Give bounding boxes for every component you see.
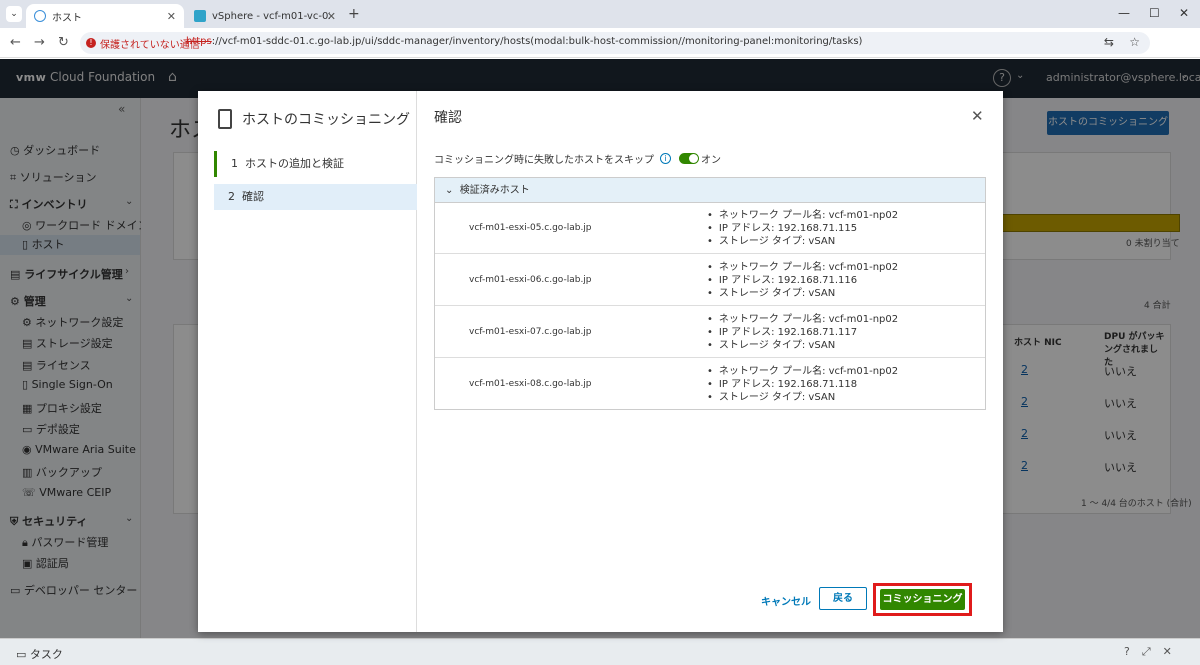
validated-hosts-header[interactable]: ⌄ 検証済みホスト	[435, 178, 985, 203]
host-details: ネットワーク プール名: vcf-m01-np02 IP アドレス: 192.1…	[707, 261, 898, 300]
chevron-down-icon: ⌄	[445, 185, 454, 196]
warning-icon: !	[86, 38, 96, 48]
tasks-icon: ▭	[16, 648, 27, 661]
back-arrow-icon[interactable]: ←	[10, 35, 21, 50]
window-close-icon[interactable]: ✕	[1179, 6, 1189, 20]
host-row: vcf-m01-esxi-06.c.go-lab.jp ネットワーク プール名:…	[435, 255, 985, 306]
wizard-content: 確認 ✕ コミッショニング時に失敗したホストをスキップ i オン ⌄ 検証済みホ…	[418, 91, 1003, 632]
wizard-title: ホストのコミッショニング	[242, 112, 410, 128]
bookmark-star-icon[interactable]: ☆	[1129, 35, 1140, 49]
network-pool: ネットワーク プール名: vcf-m01-np02	[707, 261, 898, 274]
expand-icon[interactable]: ⤢	[1142, 645, 1163, 658]
storage-type: ストレージ タイプ: vSAN	[707, 235, 898, 248]
network-pool: ネットワーク プール名: vcf-m01-np02	[707, 209, 898, 222]
help-icon[interactable]: ?	[1124, 645, 1142, 658]
skip-label: コミッショニング時に失敗したホストをスキップ	[434, 155, 654, 166]
step-number: 1	[231, 157, 238, 170]
browser-tab-bar: ⌄ ホスト ✕ vSphere - vcf-m01-vc-01.c.go-l..…	[0, 0, 1200, 28]
url-field[interactable]: ! 保護されていない通信 https://vcf-m01-sddc-01.c.g…	[80, 32, 1150, 54]
step-number: 2	[228, 190, 235, 203]
forward-arrow-icon[interactable]: →	[34, 35, 45, 50]
host-details: ネットワーク プール名: vcf-m01-np02 IP アドレス: 192.1…	[707, 209, 898, 248]
omnibox-actions: ⇆ ☆	[1104, 35, 1140, 49]
tasks-label: タスク	[29, 648, 63, 661]
tab-title: ホスト	[52, 12, 82, 24]
toggle-state-label: オン	[701, 155, 721, 166]
ip-address: IP アドレス: 192.168.71.116	[707, 274, 898, 287]
back-button[interactable]: 戻る	[819, 587, 867, 610]
ip-address: IP アドレス: 192.168.71.117	[707, 326, 898, 339]
browser-tab-hosts[interactable]: ホスト ✕	[26, 4, 184, 28]
skip-failed-hosts-row: コミッショニング時に失敗したホストをスキップ i オン	[434, 151, 721, 166]
close-icon[interactable]: ✕	[1163, 645, 1184, 658]
close-icon[interactable]: ✕	[971, 107, 984, 125]
commission-button[interactable]: コミッショニング	[880, 589, 965, 610]
tab-title: vSphere - vcf-m01-vc-01.c.go-l...	[212, 10, 330, 22]
storage-type: ストレージ タイプ: vSAN	[707, 391, 898, 404]
new-tab-button[interactable]: +	[348, 6, 360, 22]
security-badge[interactable]: ! 保護されていない通信	[86, 35, 200, 51]
cloud-icon	[34, 10, 46, 22]
host-fqdn: vcf-m01-esxi-06.c.go-lab.jp	[469, 275, 592, 285]
host-fqdn: vcf-m01-esxi-05.c.go-lab.jp	[469, 223, 592, 233]
host-fqdn: vcf-m01-esxi-07.c.go-lab.jp	[469, 327, 592, 337]
browser-tab-vsphere[interactable]: vSphere - vcf-m01-vc-01.c.go-l... ✕	[186, 4, 344, 28]
url-text: https://vcf-m01-sddc-01.c.go-lab.jp/ui/s…	[186, 36, 862, 47]
reload-icon[interactable]: ↻	[58, 35, 69, 50]
storage-type: ストレージ タイプ: vSAN	[707, 339, 898, 352]
storage-type: ストレージ タイプ: vSAN	[707, 287, 898, 300]
ip-address: IP アドレス: 192.168.71.118	[707, 378, 898, 391]
step-label: 確認	[242, 190, 264, 203]
host-row: vcf-m01-esxi-07.c.go-lab.jp ネットワーク プール名:…	[435, 307, 985, 358]
wizard-footer: キャンセル 戻る コミッショニング	[418, 583, 1003, 625]
wizard-step-review[interactable]: 2 確認	[214, 184, 417, 210]
close-tab-icon[interactable]: ✕	[327, 10, 336, 23]
host-details: ネットワーク プール名: vcf-m01-np02 IP アドレス: 192.1…	[707, 365, 898, 404]
host-row: vcf-m01-esxi-08.c.go-lab.jp ネットワーク プール名:…	[435, 359, 985, 410]
tab-search-button[interactable]: ⌄	[6, 6, 22, 22]
validated-hosts-panel: ⌄ 検証済みホスト vcf-m01-esxi-05.c.go-lab.jp ネッ…	[434, 177, 986, 410]
close-tab-icon[interactable]: ✕	[167, 10, 176, 23]
panel-header-label: 検証済みホスト	[459, 185, 530, 196]
step-label: ホストの追加と検証	[245, 157, 344, 170]
vsphere-icon	[194, 10, 206, 22]
host-row: vcf-m01-esxi-05.c.go-lab.jp ネットワーク プール名:…	[435, 203, 985, 254]
skip-failed-hosts-toggle[interactable]	[679, 153, 699, 164]
url-path: ://vcf-m01-sddc-01.c.go-lab.jp/ui/sddc-m…	[211, 36, 863, 47]
maximize-icon[interactable]: ☐	[1149, 6, 1160, 20]
url-scheme: https	[186, 36, 212, 47]
commission-hosts-wizard: ホストのコミッショニング 1 ホストの追加と検証 2 確認 確認 ✕ コミッショ…	[198, 91, 1003, 632]
taskbar-actions: ?⤢✕	[1124, 645, 1184, 659]
info-icon[interactable]: i	[660, 153, 671, 164]
wizard-nav: ホストのコミッショニング 1 ホストの追加と検証 2 確認	[198, 91, 417, 632]
translate-icon[interactable]: ⇆	[1104, 35, 1114, 49]
ip-address: IP アドレス: 192.168.71.115	[707, 222, 898, 235]
wizard-step-add-validate[interactable]: 1 ホストの追加と検証	[214, 151, 417, 177]
host-fqdn: vcf-m01-esxi-08.c.go-lab.jp	[469, 379, 592, 389]
network-pool: ネットワーク プール名: vcf-m01-np02	[707, 313, 898, 326]
host-details: ネットワーク プール名: vcf-m01-np02 IP アドレス: 192.1…	[707, 313, 898, 352]
network-pool: ネットワーク プール名: vcf-m01-np02	[707, 365, 898, 378]
highlight-frame: コミッショニング	[873, 583, 972, 616]
task-bar: ▭ タスク ?⤢✕	[0, 638, 1200, 665]
server-icon	[218, 109, 232, 129]
security-label: 保護されていない通信	[100, 39, 200, 51]
tasks-toggle[interactable]: ▭ タスク	[16, 646, 63, 662]
address-bar: ← → ↻ ! 保護されていない通信 https://vcf-m01-sddc-…	[0, 28, 1200, 77]
minimize-icon[interactable]: —	[1118, 6, 1130, 20]
cancel-button[interactable]: キャンセル	[761, 593, 811, 608]
pane-title: 確認	[434, 110, 462, 126]
